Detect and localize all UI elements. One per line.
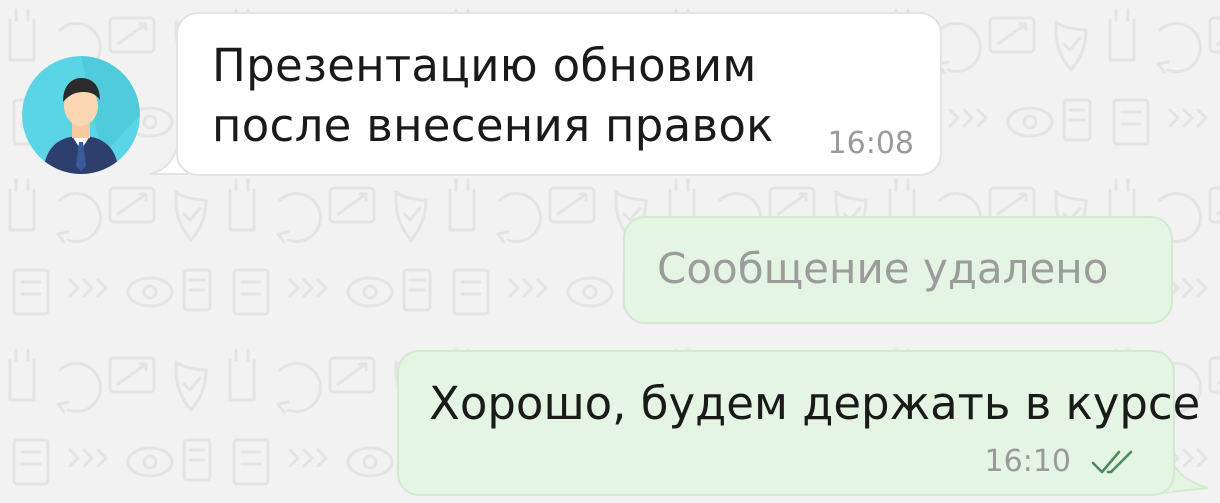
message-text: Хорошо, будем держать в курсе xyxy=(429,377,1201,430)
message-time: 16:08 xyxy=(827,126,914,161)
message-time: 16:10 xyxy=(984,444,1071,479)
incoming-message[interactable]: Презентацию обновим после внесения право… xyxy=(176,12,942,176)
deleted-message[interactable]: Сообщение удалено xyxy=(623,216,1173,324)
businessman-avatar-icon xyxy=(22,56,140,174)
outgoing-message[interactable]: Хорошо, будем держать в курсе 16:10 xyxy=(397,350,1200,496)
deleted-message-text: Сообщение удалено xyxy=(657,244,1109,293)
message-meta: 16:10 xyxy=(985,444,1135,479)
message-text: Презентацию обновим после внесения право… xyxy=(212,39,774,152)
double-check-icon xyxy=(1091,450,1133,473)
contact-avatar[interactable] xyxy=(22,56,140,174)
